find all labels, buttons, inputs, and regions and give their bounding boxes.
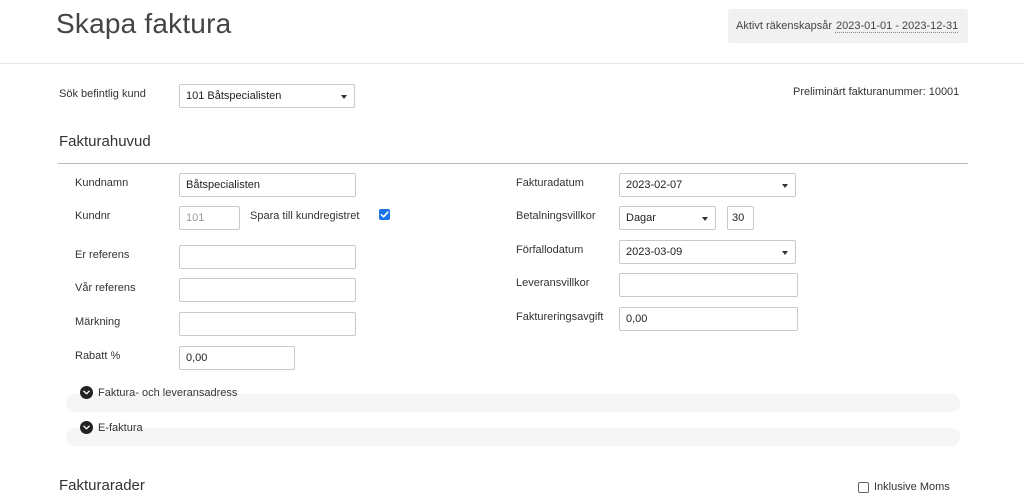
payment-terms-unit-value: Dagar bbox=[626, 212, 656, 224]
invoicing-fee-input[interactable] bbox=[619, 307, 798, 331]
customer-no-label: Kundnr bbox=[75, 210, 111, 222]
customer-no-input[interactable] bbox=[179, 206, 240, 230]
invoice-date-label: Fakturadatum bbox=[516, 177, 584, 189]
checkmark-icon bbox=[380, 211, 389, 218]
discount-input[interactable] bbox=[179, 346, 295, 370]
due-date-select[interactable]: 2023-03-09 bbox=[619, 240, 796, 264]
due-date-value: 2023-03-09 bbox=[626, 246, 683, 258]
header-divider bbox=[0, 63, 1024, 64]
invoice-date-select[interactable]: 2023-02-07 bbox=[619, 173, 796, 197]
save-to-register-checkbox[interactable] bbox=[379, 209, 390, 220]
marking-label: Märkning bbox=[75, 316, 121, 328]
caret-down-icon bbox=[782, 184, 788, 188]
page-title: Skapa faktura bbox=[56, 8, 232, 39]
section-title-invoice-rows: Fakturarader bbox=[59, 477, 145, 494]
customer-search-value: 101 Båtspecialisten bbox=[186, 90, 282, 102]
caret-down-icon bbox=[782, 251, 788, 255]
marking-input[interactable] bbox=[179, 312, 356, 336]
your-reference-input[interactable] bbox=[179, 245, 356, 269]
caret-down-icon bbox=[702, 217, 708, 221]
chevron-down-circle-icon bbox=[80, 386, 93, 399]
discount-label: Rabatt % bbox=[75, 350, 121, 362]
efaktura-collapse-bar bbox=[66, 428, 960, 446]
customer-search-select[interactable]: 101 Båtspecialisten bbox=[179, 84, 355, 108]
customer-name-label: Kundnamn bbox=[75, 177, 129, 189]
our-reference-label: Vår referens bbox=[75, 282, 136, 294]
fiscal-year-badge: Aktivt räkenskapsår 2023-01-01 - 2023-12… bbox=[728, 9, 968, 43]
invoicing-fee-label: Faktureringsavgift bbox=[516, 311, 604, 323]
incl-vat-checkbox[interactable] bbox=[858, 482, 869, 493]
preliminary-invoice-number: Preliminärt fakturanummer: 10001 bbox=[793, 86, 960, 98]
address-collapse-toggle[interactable]: Faktura- och leveransadress bbox=[80, 386, 237, 399]
customer-name-input[interactable] bbox=[179, 173, 356, 197]
due-date-label: Förfallodatum bbox=[516, 244, 584, 256]
caret-down-icon bbox=[341, 95, 347, 99]
invoice-date-value: 2023-02-07 bbox=[626, 179, 683, 191]
incl-vat-label: Inklusive Moms bbox=[874, 481, 950, 493]
delivery-terms-input[interactable] bbox=[619, 273, 798, 297]
payment-terms-unit-select[interactable]: Dagar bbox=[619, 206, 716, 230]
section-title-invoice-header: Fakturahuvud bbox=[59, 133, 151, 150]
address-collapse-label: Faktura- och leveransadress bbox=[98, 386, 238, 399]
section-divider bbox=[58, 163, 968, 164]
customer-search-label: Sök befintlig kund bbox=[59, 88, 146, 100]
efaktura-collapse-label: E-faktura bbox=[98, 421, 143, 434]
delivery-terms-label: Leveransvillkor bbox=[516, 277, 590, 289]
save-to-register-label: Spara till kundregistret bbox=[250, 210, 360, 222]
chevron-down-circle-icon bbox=[80, 421, 93, 434]
payment-terms-days-input[interactable] bbox=[727, 206, 754, 230]
payment-terms-label: Betalningsvillkor bbox=[516, 210, 596, 222]
your-reference-label: Er referens bbox=[75, 249, 130, 261]
our-reference-input[interactable] bbox=[179, 278, 356, 302]
efaktura-collapse-toggle[interactable]: E-faktura bbox=[80, 421, 143, 434]
fiscal-year-range[interactable]: 2023-01-01 - 2023-12-31 bbox=[836, 20, 958, 32]
fiscal-year-label: Aktivt räkenskapsår bbox=[736, 20, 832, 32]
